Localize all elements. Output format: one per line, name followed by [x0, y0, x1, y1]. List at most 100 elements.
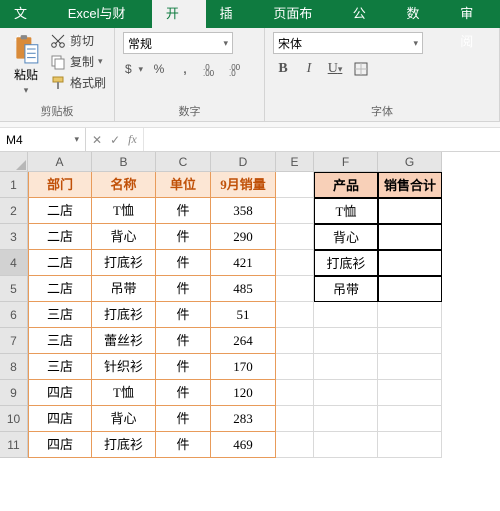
cell[interactable]: 三店 [28, 328, 92, 354]
cell[interactable] [314, 328, 378, 354]
cell[interactable] [276, 406, 314, 432]
increase-decimal-button[interactable]: .0.00 [201, 60, 221, 78]
cell[interactable] [276, 432, 314, 458]
cell[interactable]: 蕾丝衫 [92, 328, 156, 354]
cell[interactable]: 销售合计 [378, 172, 442, 198]
cell[interactable] [276, 198, 314, 224]
cell[interactable]: 背心 [92, 224, 156, 250]
cell[interactable]: 吊带 [92, 276, 156, 302]
cell[interactable]: 打底衫 [92, 432, 156, 458]
border-button[interactable] [351, 60, 371, 78]
cell[interactable]: 针织衫 [92, 354, 156, 380]
cell[interactable]: 背心 [314, 224, 378, 250]
cell[interactable] [314, 380, 378, 406]
row-header[interactable]: 6 [0, 302, 28, 328]
cell[interactable]: 背心 [92, 406, 156, 432]
cell[interactable]: 四店 [28, 432, 92, 458]
cell[interactable]: 部门 [28, 172, 92, 198]
cell[interactable]: 产品 [314, 172, 378, 198]
cell[interactable]: 358 [211, 198, 276, 224]
cell[interactable] [276, 380, 314, 406]
cell[interactable]: 283 [211, 406, 276, 432]
comma-button[interactable]: , [175, 60, 195, 78]
cell[interactable]: 四店 [28, 406, 92, 432]
col-header-E[interactable]: E [276, 152, 314, 172]
cell[interactable] [276, 172, 314, 198]
tab-Excel与财务[interactable]: Excel与财务 [54, 0, 152, 28]
cell[interactable]: 名称 [92, 172, 156, 198]
paste-button[interactable]: 粘贴 ▾ [8, 32, 44, 98]
cell[interactable]: 件 [156, 302, 211, 328]
cell[interactable]: 件 [156, 406, 211, 432]
cell[interactable]: 单位 [156, 172, 211, 198]
row-header[interactable]: 10 [0, 406, 28, 432]
tab-数据[interactable]: 数据 [393, 0, 447, 28]
cell[interactable] [314, 432, 378, 458]
cell[interactable]: 打底衫 [92, 250, 156, 276]
cell[interactable]: 264 [211, 328, 276, 354]
cut-button[interactable]: 剪切 [50, 32, 106, 49]
tab-页面布局[interactable]: 页面布局 [259, 0, 338, 28]
font-name-combo[interactable]: 宋体▾ [273, 32, 423, 54]
cell[interactable]: 51 [211, 302, 276, 328]
tab-公式[interactable]: 公式 [339, 0, 393, 28]
cell[interactable] [314, 302, 378, 328]
cell[interactable] [378, 250, 442, 276]
percent-button[interactable]: % [149, 60, 169, 78]
cell[interactable]: 件 [156, 432, 211, 458]
decrease-decimal-button[interactable]: .00.0 [227, 60, 247, 78]
cell[interactable]: T恤 [92, 198, 156, 224]
cell[interactable] [314, 354, 378, 380]
cell[interactable] [276, 250, 314, 276]
tab-插入[interactable]: 插入 [206, 0, 260, 28]
cell[interactable]: 件 [156, 354, 211, 380]
cell[interactable]: 二店 [28, 276, 92, 302]
format-painter-button[interactable]: 格式刷 [50, 74, 106, 91]
cell[interactable]: 件 [156, 224, 211, 250]
enter-formula-icon[interactable]: ✓ [110, 133, 120, 147]
spreadsheet-grid[interactable]: ABCDEFG 1部门名称单位9月销量产品销售合计2二店T恤件358T恤3二店背… [0, 152, 500, 458]
cell[interactable]: 打底衫 [314, 250, 378, 276]
tab-文件[interactable]: 文件 [0, 0, 54, 28]
cell[interactable]: 二店 [28, 198, 92, 224]
col-header-F[interactable]: F [314, 152, 378, 172]
cell[interactable]: 件 [156, 380, 211, 406]
cell[interactable]: 469 [211, 432, 276, 458]
cell[interactable]: 四店 [28, 380, 92, 406]
bold-button[interactable]: B [273, 60, 293, 78]
cell[interactable]: 485 [211, 276, 276, 302]
cell[interactable]: 120 [211, 380, 276, 406]
cell[interactable] [378, 354, 442, 380]
cell[interactable]: 三店 [28, 354, 92, 380]
row-header[interactable]: 11 [0, 432, 28, 458]
cell[interactable]: 三店 [28, 302, 92, 328]
cell[interactable]: 件 [156, 198, 211, 224]
cell[interactable] [276, 224, 314, 250]
cell[interactable] [276, 354, 314, 380]
col-header-B[interactable]: B [92, 152, 156, 172]
currency-button[interactable]: $▾ [123, 60, 143, 78]
row-header[interactable]: 3 [0, 224, 28, 250]
cell[interactable] [276, 302, 314, 328]
cell[interactable] [314, 406, 378, 432]
cell[interactable]: 二店 [28, 250, 92, 276]
cell[interactable] [276, 276, 314, 302]
cell[interactable]: T恤 [92, 380, 156, 406]
row-header[interactable]: 9 [0, 380, 28, 406]
select-all-corner[interactable] [0, 152, 28, 172]
cell[interactable] [378, 406, 442, 432]
col-header-G[interactable]: G [378, 152, 442, 172]
row-header[interactable]: 8 [0, 354, 28, 380]
cell[interactable]: 吊带 [314, 276, 378, 302]
cell[interactable] [378, 224, 442, 250]
cell[interactable]: 件 [156, 250, 211, 276]
cell[interactable]: T恤 [314, 198, 378, 224]
row-header[interactable]: 5 [0, 276, 28, 302]
underline-button[interactable]: U ▾ [325, 60, 345, 78]
cell[interactable] [378, 328, 442, 354]
cancel-formula-icon[interactable]: ✕ [92, 133, 102, 147]
cell[interactable]: 件 [156, 328, 211, 354]
name-box[interactable]: M4▾ [0, 128, 86, 151]
tab-开始[interactable]: 开始 [152, 0, 206, 28]
cell[interactable]: 170 [211, 354, 276, 380]
